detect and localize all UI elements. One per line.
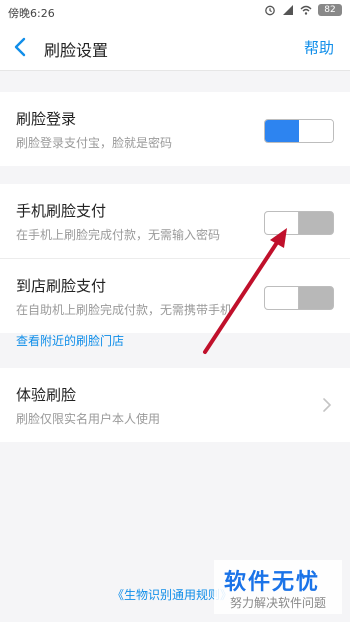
status-icons: 82 xyxy=(264,4,342,16)
row-experience-face[interactable]: 体验刷脸 刷脸仅限实名用户本人使用 xyxy=(0,368,350,442)
watermark: 软件无忧 努力解决软件问题 xyxy=(214,560,342,614)
watermark-logo: 软件无忧 xyxy=(224,570,321,595)
watermark-tagline: 努力解决软件问题 xyxy=(230,596,327,610)
toggle-knob xyxy=(265,287,299,309)
experience-face-subtitle: 刷脸仅限实名用户本人使用 xyxy=(16,412,161,426)
toggle-knob xyxy=(265,212,299,234)
mobile-face-pay-subtitle: 在手机上刷脸完成付款，无需输入密码 xyxy=(16,228,221,242)
signal-icon xyxy=(282,4,294,16)
status-time: 傍晚6:26 xyxy=(8,7,55,20)
store-face-pay-title: 到店刷脸支付 xyxy=(16,277,107,295)
status-bar: 傍晚6:26 82 xyxy=(0,0,350,24)
face-login-subtitle: 刷脸登录支付宝，脸就是密码 xyxy=(16,136,173,150)
page-title: 刷脸设置 xyxy=(44,41,109,60)
section-face-pay: 手机刷脸支付 在手机上刷脸完成付款，无需输入密码 到店刷脸支付 在自助机上刷脸完… xyxy=(0,184,350,333)
face-login-title: 刷脸登录 xyxy=(16,110,77,128)
mobile-face-pay-title: 手机刷脸支付 xyxy=(16,202,107,220)
navigation-bar: 刷脸设置 帮助 xyxy=(0,24,350,71)
toggle-knob xyxy=(299,120,333,142)
back-icon[interactable] xyxy=(10,35,32,59)
row-face-login: 刷脸登录 刷脸登录支付宝，脸就是密码 xyxy=(0,92,350,166)
mobile-face-pay-toggle[interactable] xyxy=(264,211,334,235)
row-store-face-pay: 到店刷脸支付 在自助机上刷脸完成付款，无需携带手机 xyxy=(0,259,350,333)
alarm-icon xyxy=(264,4,276,16)
help-button[interactable]: 帮助 xyxy=(304,37,334,58)
store-face-pay-subtitle: 在自助机上刷脸完成付款，无需携带手机 xyxy=(16,303,233,317)
experience-face-title: 体验刷脸 xyxy=(16,386,77,404)
section-experience: 体验刷脸 刷脸仅限实名用户本人使用 xyxy=(0,368,350,442)
battery-icon: 82 xyxy=(318,4,342,16)
row-mobile-face-pay: 手机刷脸支付 在手机上刷脸完成付款，无需输入密码 xyxy=(0,184,350,259)
nearby-stores-link[interactable]: 查看附近的刷脸门店 xyxy=(16,332,124,349)
wifi-icon xyxy=(300,4,312,16)
chevron-right-icon xyxy=(322,396,332,414)
face-login-toggle[interactable] xyxy=(264,119,334,143)
toggle-track xyxy=(265,120,299,142)
store-face-pay-toggle[interactable] xyxy=(264,286,334,310)
section-face-login: 刷脸登录 刷脸登录支付宝，脸就是密码 xyxy=(0,92,350,166)
